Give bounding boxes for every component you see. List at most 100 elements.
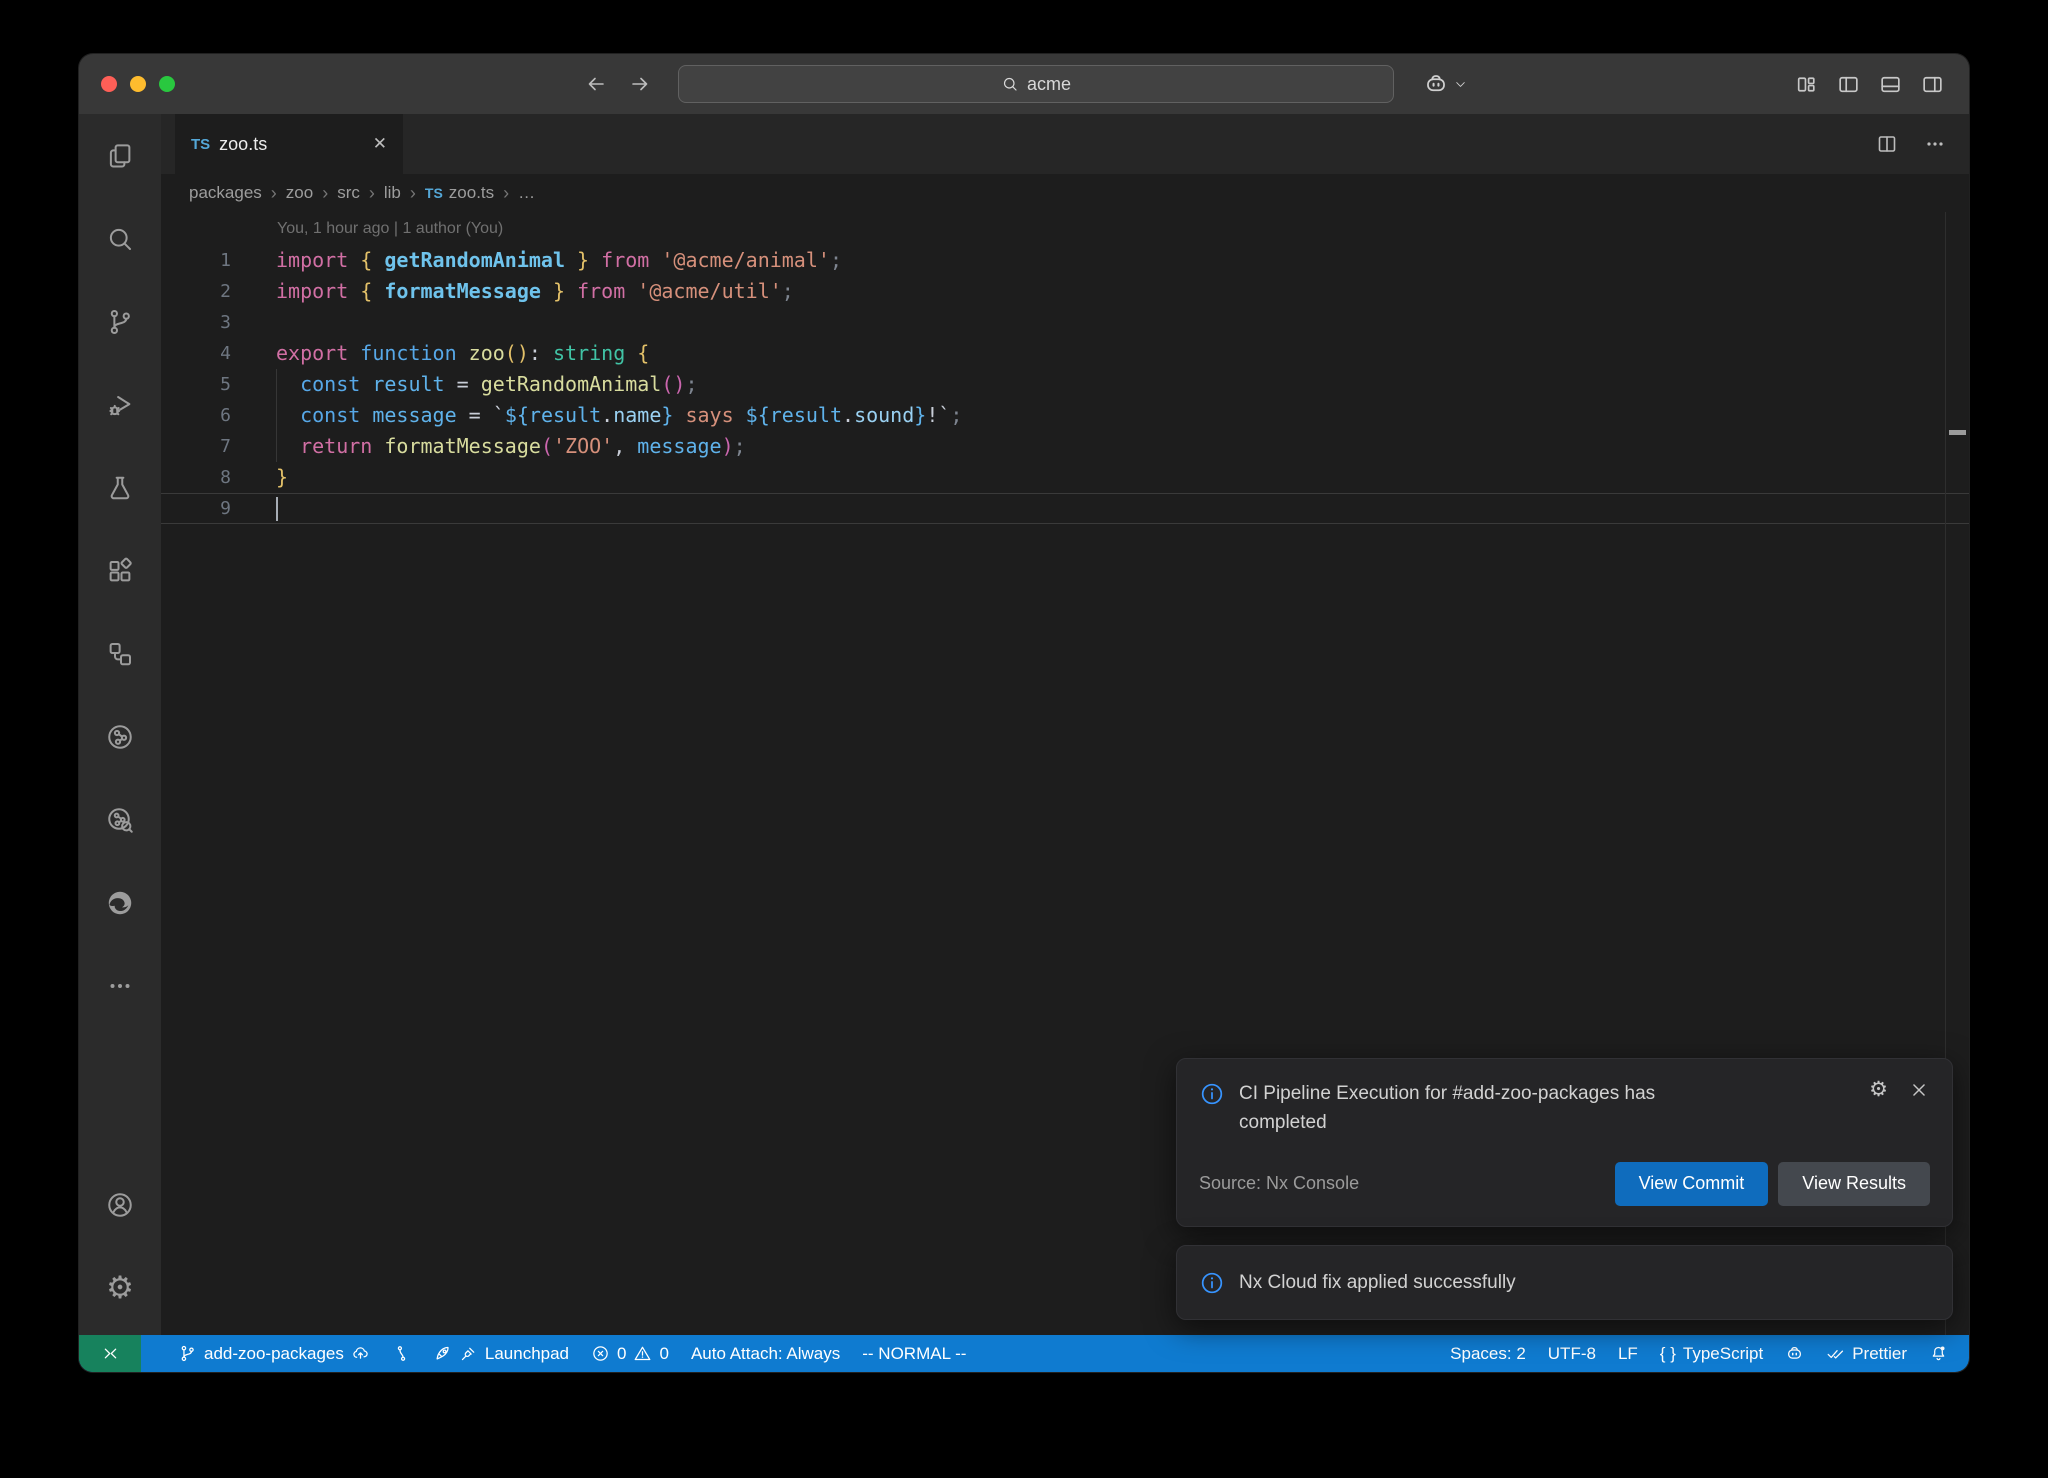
line-number[interactable]: 7 <box>161 431 231 462</box>
close-tab-icon[interactable]: ✕ <box>373 134 387 154</box>
activity-item-circle-graph-search[interactable] <box>79 778 161 861</box>
code-line-2[interactable]: 2import { formatMessage } from '@acme/ut… <box>161 276 1969 307</box>
status-item-encoding[interactable]: UTF-8 <box>1537 1335 1607 1372</box>
circle-graph-search-icon <box>105 805 135 835</box>
check-all-icon <box>1826 1344 1845 1363</box>
line-content: export function zoo(): string { <box>231 338 1969 369</box>
notification-source: Source: Nx Console <box>1199 1173 1359 1194</box>
notification-toast-nx-cloud: Nx Cloud fix applied successfully <box>1176 1245 1953 1320</box>
activity-item-search[interactable] <box>79 197 161 280</box>
breadcrumb-item-packages[interactable]: packages <box>189 183 262 203</box>
activity-item-source-control[interactable] <box>79 280 161 363</box>
status-item-eol[interactable]: LF <box>1607 1335 1649 1372</box>
code-line-4[interactable]: 4export function zoo(): string { <box>161 338 1969 369</box>
tab-zoo-ts[interactable]: TS zoo.ts ✕ <box>175 114 403 174</box>
activity-item-additional-views[interactable] <box>79 944 161 1027</box>
activity-item-run-and-debug[interactable] <box>79 363 161 446</box>
line-content <box>231 307 1969 338</box>
status-item-vim-mode[interactable]: -- NORMAL -- <box>851 1335 977 1372</box>
ellipsis-icon <box>105 971 135 1001</box>
status-item-commit-graph[interactable] <box>381 1335 422 1372</box>
notification-toast-ci-pipeline: CI Pipeline Execution for #add-zoo-packa… <box>1176 1058 1953 1227</box>
status-text: Launchpad <box>485 1344 569 1364</box>
titlebar: acme <box>79 54 1969 114</box>
overview-ruler-cursor-marker <box>1949 430 1966 435</box>
code-line-9[interactable]: 9 <box>161 493 1969 524</box>
breadcrumb-item--[interactable]: … <box>518 183 535 203</box>
account-icon <box>105 1190 135 1220</box>
line-number[interactable]: 9 <box>161 494 231 523</box>
gear-icon: ⚙ <box>106 1272 134 1303</box>
desktop: acme ⚙ TS zoo.ts <box>0 54 2048 1478</box>
code-line-6[interactable]: 6 const message = `${result.name} says $… <box>161 400 1969 431</box>
line-number[interactable]: 5 <box>161 369 231 400</box>
notification-settings-icon[interactable]: ⚙ <box>1869 1079 1888 1100</box>
code-lines: 1import { getRandomAnimal } from '@acme/… <box>161 245 1969 524</box>
zoom-window-button[interactable] <box>159 76 175 92</box>
copilot-menu[interactable] <box>1423 54 1467 114</box>
beaker-icon <box>105 473 135 503</box>
notification-close-icon[interactable] <box>1908 1079 1930 1101</box>
close-window-button[interactable] <box>101 76 117 92</box>
line-number[interactable]: 1 <box>161 245 231 276</box>
text-cursor <box>276 497 278 521</box>
status-item-formatter[interactable]: Prettier <box>1815 1335 1918 1372</box>
code-line-3[interactable]: 3 <box>161 307 1969 338</box>
code-line-8[interactable]: 8} <box>161 462 1969 493</box>
line-number[interactable]: 8 <box>161 462 231 493</box>
traffic-lights <box>101 54 175 114</box>
toggle-primary-sidebar-icon[interactable] <box>1836 72 1861 97</box>
activity-item-edge-devtools[interactable] <box>79 861 161 944</box>
activity-item-settings[interactable]: ⚙ <box>79 1246 161 1329</box>
debug-icon <box>105 390 135 420</box>
status-item-problems[interactable]: 00 <box>580 1335 680 1372</box>
tab-label: zoo.ts <box>219 134 267 155</box>
line-number[interactable]: 6 <box>161 400 231 431</box>
status-item-copilot[interactable] <box>1774 1335 1815 1372</box>
command-center-search[interactable]: acme <box>678 65 1394 103</box>
customize-layout-icon[interactable] <box>1794 72 1819 97</box>
code-line-1[interactable]: 1import { getRandomAnimal } from '@acme/… <box>161 245 1969 276</box>
status-item-language[interactable]: { }TypeScript <box>1649 1335 1774 1372</box>
breadcrumb-separator: › <box>369 183 375 204</box>
toggle-panel-icon[interactable] <box>1878 72 1903 97</box>
line-number[interactable]: 2 <box>161 276 231 307</box>
status-item-branch[interactable]: add-zoo-packages <box>167 1335 381 1372</box>
minimize-window-button[interactable] <box>130 76 146 92</box>
line-content: const message = `${result.name} says ${r… <box>231 400 1969 431</box>
notification-message: Nx Cloud fix applied successfully <box>1239 1268 1516 1297</box>
breadcrumb-item-lib[interactable]: lib <box>384 183 401 203</box>
error-circle-icon <box>591 1344 610 1363</box>
more-actions-icon[interactable] <box>1923 132 1947 156</box>
activity-item-extensions[interactable] <box>79 529 161 612</box>
code-line-7[interactable]: 7 return formatMessage('ZOO', message); <box>161 431 1969 462</box>
go-back-icon[interactable] <box>584 72 608 96</box>
breadcrumb-item-zoo-ts[interactable]: TSzoo.ts <box>425 183 494 203</box>
breadcrumb-item-src[interactable]: src <box>337 183 360 203</box>
activity-item-connected-squares[interactable] <box>79 612 161 695</box>
line-number[interactable]: 4 <box>161 338 231 369</box>
status-item-notifications[interactable] <box>1918 1335 1959 1372</box>
line-content: const result = getRandomAnimal(); <box>231 369 1969 400</box>
view-results-button[interactable]: View Results <box>1778 1162 1930 1206</box>
status-item-launchpad[interactable]: Launchpad <box>422 1335 580 1372</box>
view-commit-button[interactable]: View Commit <box>1615 1162 1769 1206</box>
status-bar: add-zoo-packages Launchpad 00Auto Attach: … <box>79 1335 1969 1372</box>
activity-item-circle-graph[interactable] <box>79 695 161 778</box>
status-item-remote[interactable] <box>79 1335 141 1372</box>
circle-graph-icon <box>105 722 135 752</box>
breadcrumb-separator: › <box>322 183 328 204</box>
line-content: import { getRandomAnimal } from '@acme/a… <box>231 245 1969 276</box>
activity-item-explorer[interactable] <box>79 114 161 197</box>
info-icon <box>1199 1270 1225 1296</box>
go-forward-icon[interactable] <box>628 72 652 96</box>
activity-item-accounts[interactable] <box>79 1163 161 1246</box>
code-line-5[interactable]: 5 const result = getRandomAnimal(); <box>161 369 1969 400</box>
split-editor-icon[interactable] <box>1875 132 1899 156</box>
activity-item-testing[interactable] <box>79 446 161 529</box>
line-number[interactable]: 3 <box>161 307 231 338</box>
status-item-indentation[interactable]: Spaces: 2 <box>1439 1335 1537 1372</box>
status-item-auto-attach[interactable]: Auto Attach: Always <box>680 1335 851 1372</box>
toggle-secondary-sidebar-icon[interactable] <box>1920 72 1945 97</box>
breadcrumb-item-zoo[interactable]: zoo <box>286 183 313 203</box>
